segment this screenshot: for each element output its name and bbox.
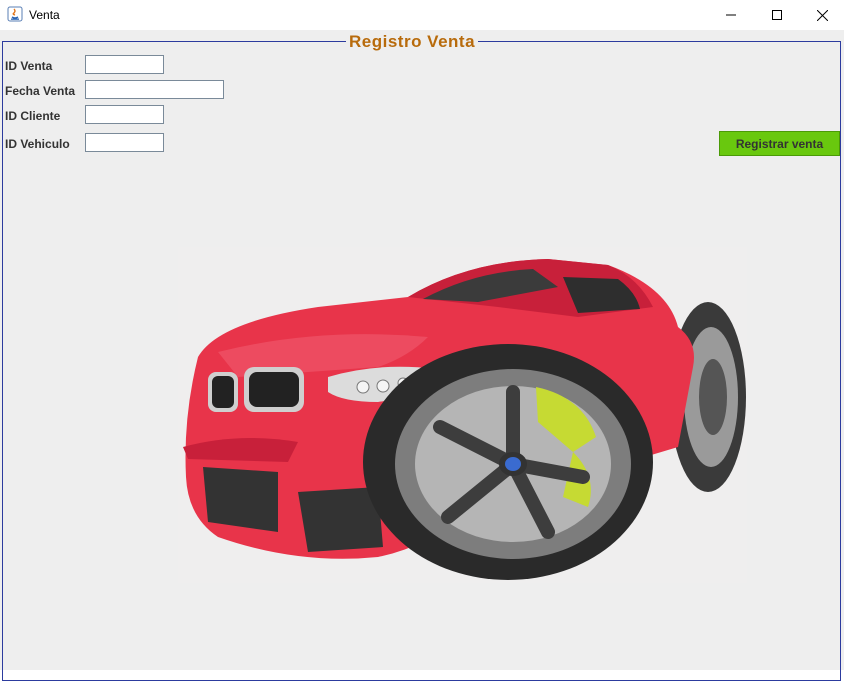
maximize-icon bbox=[772, 10, 782, 20]
minimize-icon bbox=[726, 14, 736, 16]
fecha-venta-label: Fecha Venta bbox=[5, 84, 76, 98]
registrar-venta-button[interactable]: Registrar venta bbox=[719, 131, 840, 156]
close-button[interactable] bbox=[799, 0, 844, 30]
id-venta-label: ID Venta bbox=[5, 59, 53, 73]
id-venta-input[interactable] bbox=[85, 55, 164, 74]
minimize-button[interactable] bbox=[708, 0, 754, 30]
id-cliente-input[interactable] bbox=[85, 105, 164, 124]
window-content: Registro Venta ID Venta Fecha Venta ID C… bbox=[0, 30, 844, 681]
fecha-venta-input[interactable] bbox=[85, 80, 224, 99]
close-icon bbox=[816, 9, 828, 21]
java-app-icon bbox=[7, 6, 23, 22]
group-title: Registro Venta bbox=[346, 32, 479, 52]
id-vehiculo-input[interactable] bbox=[85, 133, 164, 152]
id-vehiculo-label: ID Vehiculo bbox=[5, 137, 70, 151]
id-cliente-label: ID Cliente bbox=[5, 109, 61, 123]
maximize-button[interactable] bbox=[754, 0, 800, 30]
title-bar[interactable]: Venta bbox=[0, 0, 844, 30]
window-title: Venta bbox=[29, 8, 60, 22]
car-illustration bbox=[178, 247, 747, 583]
